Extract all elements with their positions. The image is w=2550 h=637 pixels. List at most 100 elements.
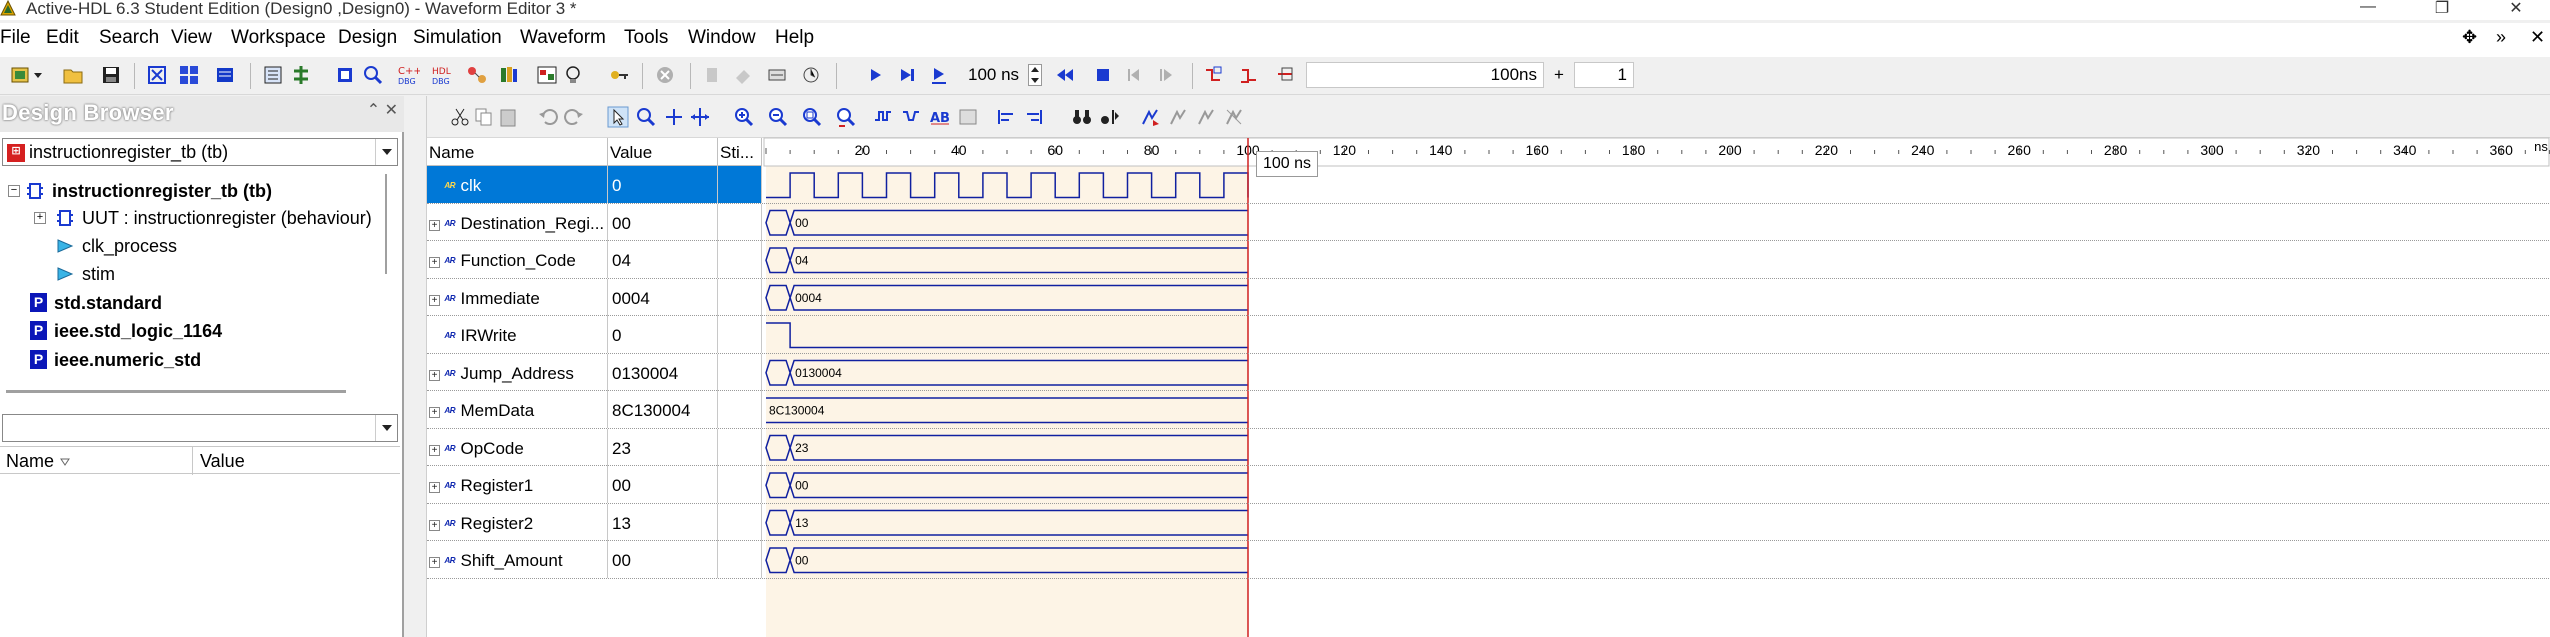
move-icon[interactable]: ✥ xyxy=(2462,27,2477,48)
signal-stimulator[interactable] xyxy=(718,541,762,578)
signal-name-cell[interactable]: + ᴬᴿ MemData xyxy=(427,391,608,428)
new-workspace-icon[interactable] xyxy=(10,64,32,86)
expand-icon[interactable]: + xyxy=(429,482,440,493)
signal-name-cell[interactable]: + ᴬᴿ OpCode xyxy=(427,428,608,466)
menu-edit[interactable]: Edit xyxy=(46,27,79,49)
block-diagram-icon[interactable] xyxy=(536,64,558,86)
signal-row[interactable]: + ᴬᴿ Jump_Address 0130004 xyxy=(427,353,2550,391)
menu-search[interactable]: Search xyxy=(99,27,159,49)
signal-stimulator[interactable] xyxy=(718,466,762,503)
book-icon[interactable] xyxy=(498,64,520,86)
stop-icon[interactable] xyxy=(1092,64,1114,86)
signal-stimulator[interactable] xyxy=(718,428,762,466)
expand-icon[interactable]: + xyxy=(429,519,440,531)
signal-name-cell[interactable]: + ᴬᴿ Jump_Address xyxy=(427,353,608,391)
restart-icon[interactable] xyxy=(1054,64,1076,86)
expand-icon[interactable]: + xyxy=(429,294,440,306)
sort-icon[interactable] xyxy=(60,457,70,467)
menu-waveform[interactable]: Waveform xyxy=(520,27,606,49)
signal-stimulator[interactable] xyxy=(718,203,762,241)
signal-row[interactable]: + ᴬᴿ Function_Code 04 xyxy=(427,241,2550,279)
trace-over-icon[interactable] xyxy=(1238,64,1260,86)
expand-icon[interactable]: + xyxy=(429,369,440,381)
tree-vertical-scrollbar[interactable] xyxy=(382,174,390,454)
compile-all-icon[interactable] xyxy=(178,64,200,86)
panel-controls-icon[interactable]: ⌃ ✕ xyxy=(367,100,398,120)
menu-view[interactable]: View xyxy=(171,27,212,49)
signal-row[interactable]: + ᴬᴿ MemData 8C130004 xyxy=(427,391,2550,429)
init-sim-icon[interactable] xyxy=(766,64,788,86)
tree-item-testbench[interactable]: − instructionregister_tb (tb) xyxy=(0,178,380,204)
spin-buttons-icon[interactable] xyxy=(1028,64,1042,86)
signal-name-cell[interactable]: +ᴬᴿIRWrite xyxy=(427,316,608,353)
tree-item-clk-process[interactable]: clk_process xyxy=(0,233,380,259)
signal-row[interactable]: + ᴬᴿ Register1 00 xyxy=(427,466,2550,504)
run-until-icon[interactable] xyxy=(896,64,918,86)
stop-circle-icon[interactable] xyxy=(654,64,676,86)
trace-into-icon[interactable] xyxy=(1202,64,1224,86)
expand-icon[interactable]: + xyxy=(429,407,440,418)
menu-help[interactable]: Help xyxy=(775,27,814,49)
close-icon[interactable]: ✕ xyxy=(2496,0,2536,18)
signal-name-cell[interactable]: + ᴬᴿ Register2 xyxy=(427,503,608,541)
grid-column-value[interactable]: Value xyxy=(200,451,245,472)
cursor-time-label[interactable]: 100 ns xyxy=(1256,151,1319,177)
signal-row[interactable]: +ᴬᴿclk0 xyxy=(427,166,2550,204)
lightbulb-icon[interactable] xyxy=(562,64,584,86)
cpp-debug-icon[interactable]: C++DBG xyxy=(398,64,420,86)
step-count-field[interactable]: 1 xyxy=(1574,62,1634,88)
tree-item-std-logic[interactable]: P ieee.std_logic_1164 xyxy=(0,318,380,344)
key-icon[interactable] xyxy=(608,64,630,86)
save-icon[interactable] xyxy=(100,64,122,86)
tree-item-stim[interactable]: stim xyxy=(0,261,380,287)
restart-sim-icon[interactable] xyxy=(800,64,822,86)
tree-item-std-standard[interactable]: P std.standard xyxy=(0,290,380,316)
expand-icon[interactable]: + xyxy=(429,219,440,231)
structure-icon[interactable] xyxy=(290,64,312,86)
step-back-icon[interactable] xyxy=(1124,64,1146,86)
signal-name-cell[interactable]: + ᴬᴿ Destination_Regi... xyxy=(427,203,608,241)
signal-stimulator[interactable] xyxy=(718,166,762,203)
signal-row[interactable]: + ᴬᴿ Destination_Regi... 00 xyxy=(427,203,2550,241)
signal-name-cell[interactable]: + ᴬᴿ Register1 xyxy=(427,466,608,503)
hdl-debug-icon[interactable]: HDLDBG xyxy=(432,64,454,86)
signal-row[interactable]: + ᴬᴿ OpCode 23 xyxy=(427,428,2550,466)
library-icon[interactable] xyxy=(214,64,236,86)
top-level-selector[interactable]: ⊞ instructionregister_tb (tb) xyxy=(2,138,398,166)
signal-stimulator[interactable] xyxy=(718,391,762,428)
restore-icon[interactable]: ❐ xyxy=(2422,0,2462,18)
compile-icon[interactable] xyxy=(146,64,168,86)
signal-stimulator[interactable] xyxy=(718,278,762,316)
minimize-icon[interactable]: — xyxy=(2348,0,2388,18)
search-zoom-icon[interactable] xyxy=(362,64,384,86)
hierarchy-icon[interactable] xyxy=(262,64,284,86)
menu-tools[interactable]: Tools xyxy=(624,27,668,49)
signal-row[interactable]: + ᴬᴿ Immediate 0004 xyxy=(427,278,2550,316)
tree-horizontal-scrollbar[interactable] xyxy=(6,390,346,393)
expand-icon[interactable]: + xyxy=(429,257,440,268)
open-folder-icon[interactable] xyxy=(62,64,84,86)
run-for-icon[interactable] xyxy=(928,64,950,86)
signal-stimulator[interactable] xyxy=(718,353,762,391)
time-ruler[interactable] xyxy=(763,137,2550,167)
chevron-right-icon[interactable]: » xyxy=(2496,27,2506,48)
object-filter-selector[interactable] xyxy=(2,414,398,442)
signal-name-cell[interactable]: + ᴬᴿ Function_Code xyxy=(427,241,608,278)
close-document-icon[interactable]: ✕ xyxy=(2530,27,2545,48)
expand-icon[interactable]: + xyxy=(34,212,46,224)
chevron-down-icon[interactable] xyxy=(375,139,397,165)
run-for-time[interactable]: 100 ns xyxy=(968,65,1019,85)
chevron-down-icon[interactable] xyxy=(375,415,397,441)
current-time-field[interactable]: 100ns xyxy=(1306,62,1544,88)
eraser-icon[interactable] xyxy=(732,64,754,86)
signal-name-cell[interactable]: +ᴬᴿclk xyxy=(427,166,608,203)
run-icon[interactable] xyxy=(864,64,886,86)
tree-item-uut[interactable]: + UUT : instructionregister (behaviour) xyxy=(0,205,380,231)
breakpoint-icon[interactable] xyxy=(702,64,724,86)
signal-stimulator[interactable] xyxy=(718,241,762,278)
state-diagram-icon[interactable] xyxy=(466,64,488,86)
step-forward-icon[interactable] xyxy=(1156,64,1178,86)
menu-simulation[interactable]: Simulation xyxy=(413,27,502,49)
signal-name-cell[interactable]: + ᴬᴿ Immediate xyxy=(427,278,608,316)
menu-file[interactable]: File xyxy=(0,27,31,49)
